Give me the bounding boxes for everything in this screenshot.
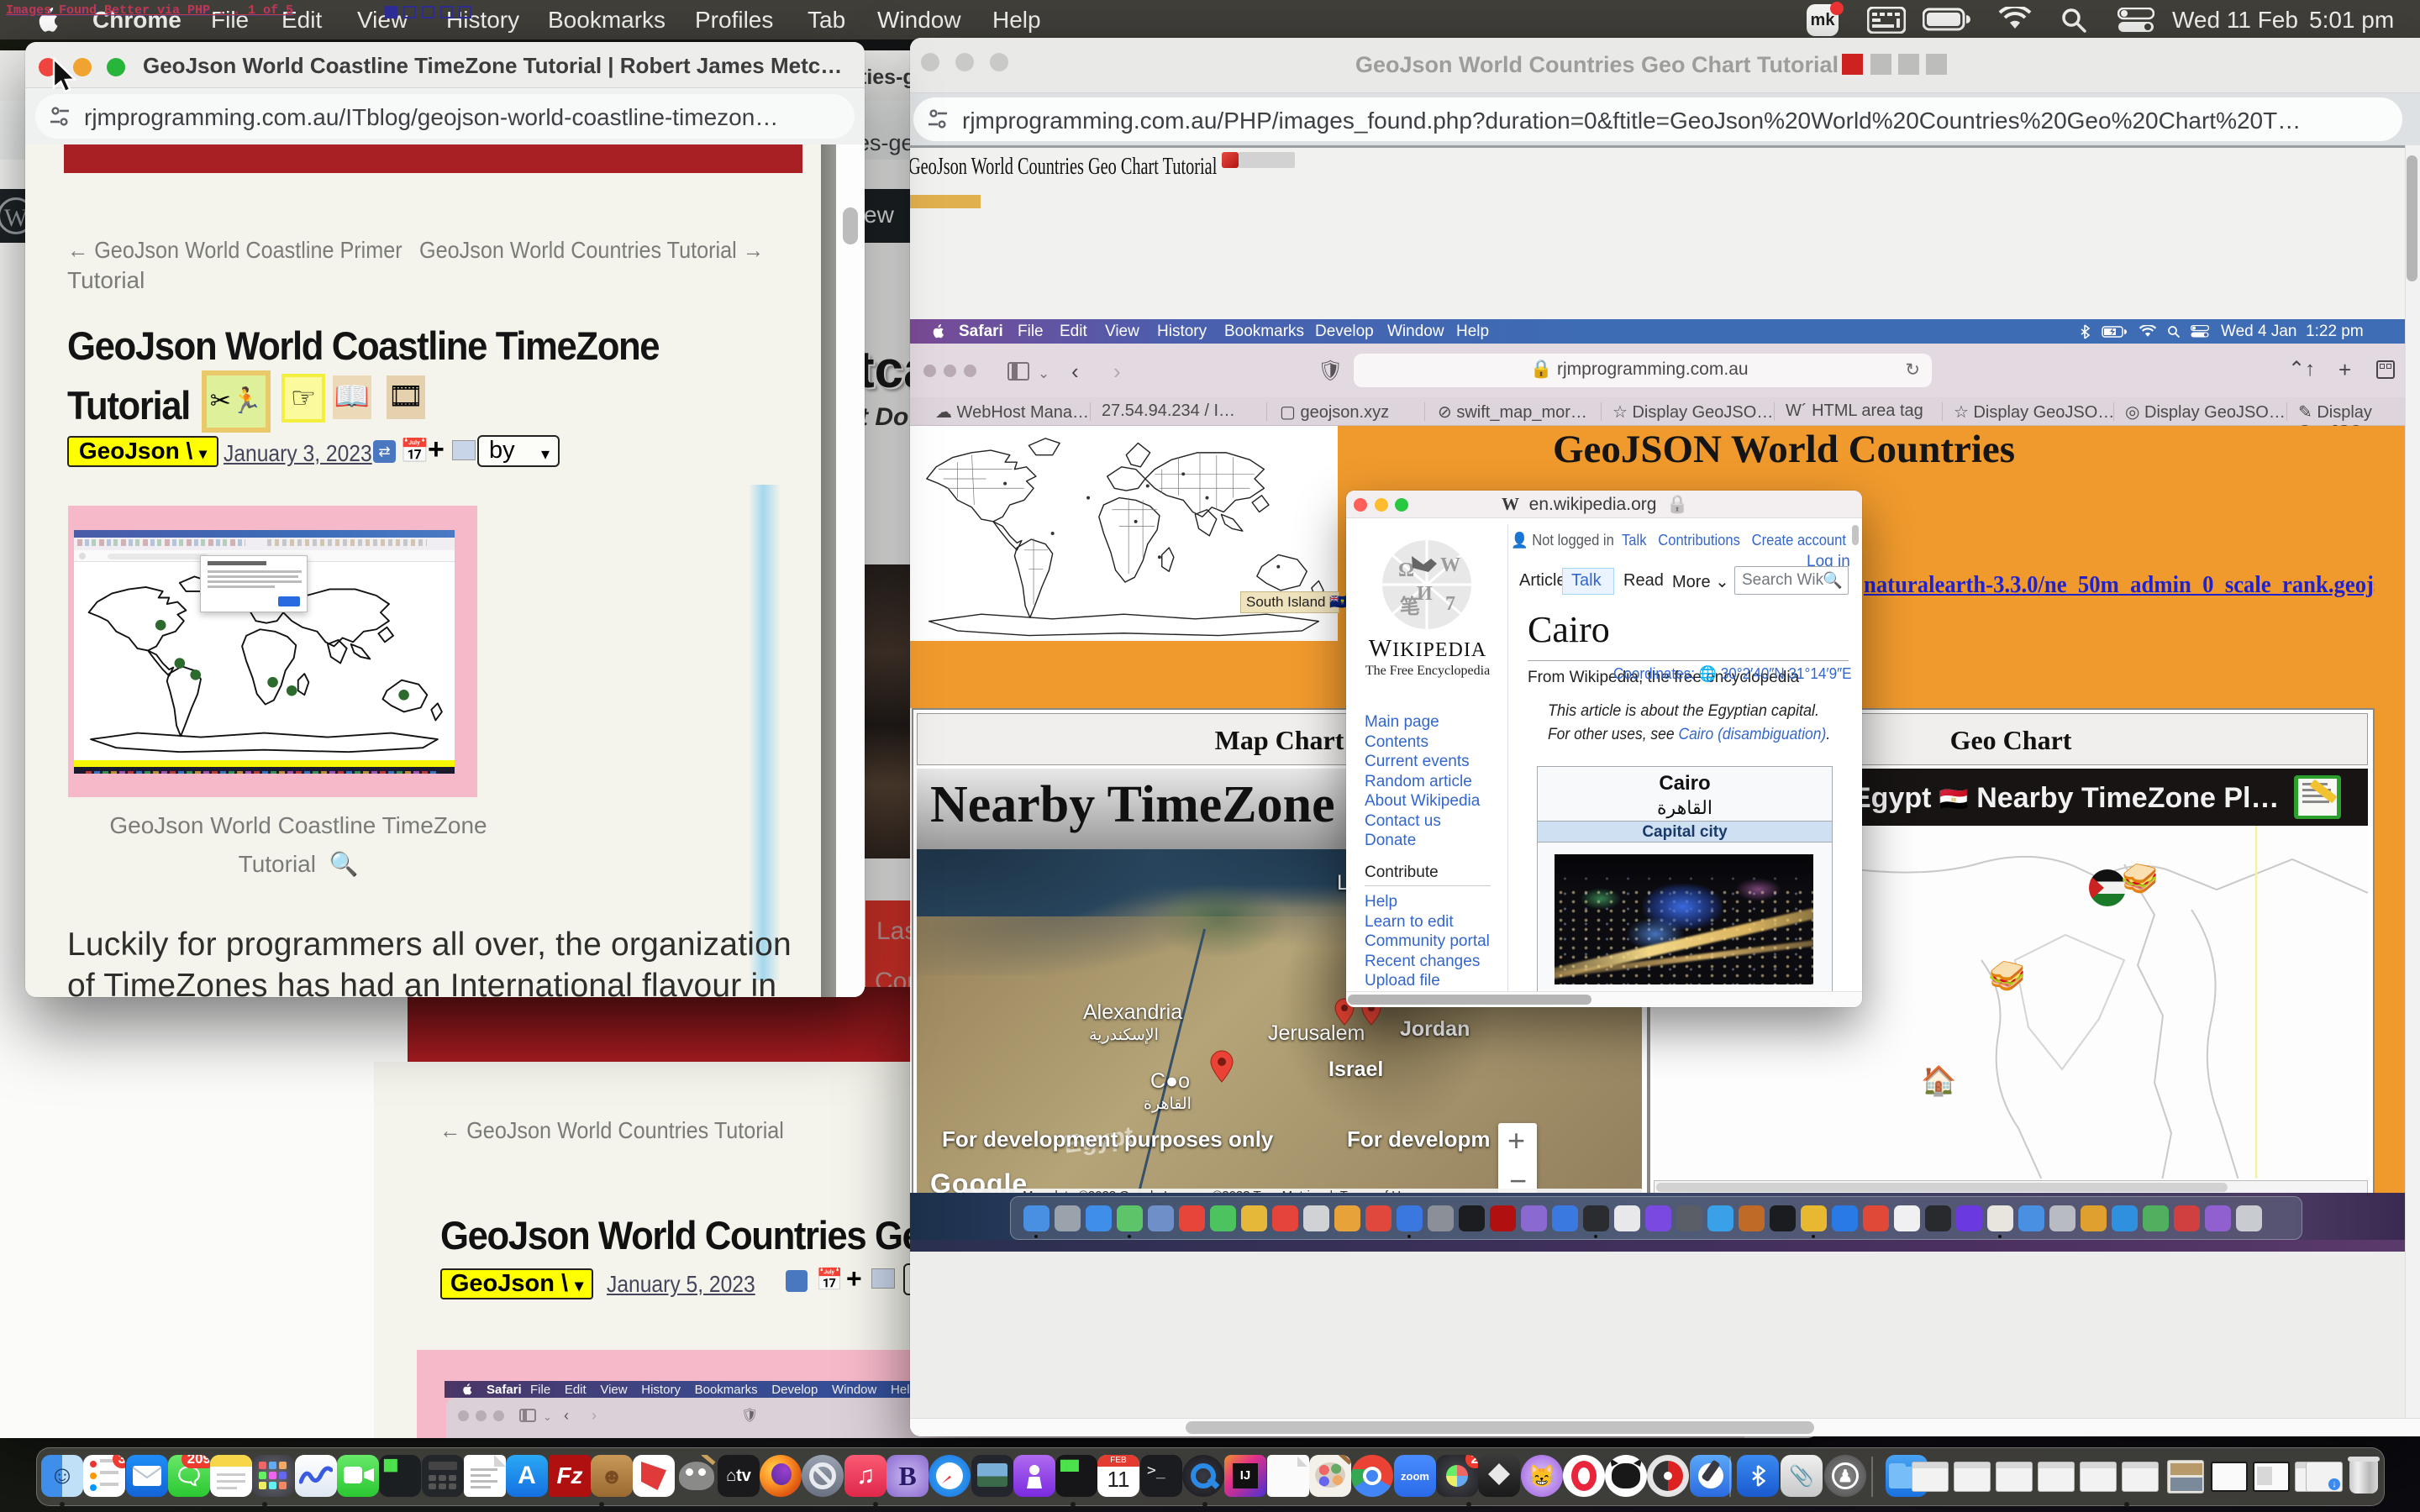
svg-text:7: 7 [1445, 593, 1455, 615]
svg-text:Ω: Ω [1398, 559, 1414, 581]
svg-text:笔: 笔 [1400, 595, 1420, 618]
svg-text:W: W [1440, 554, 1460, 576]
